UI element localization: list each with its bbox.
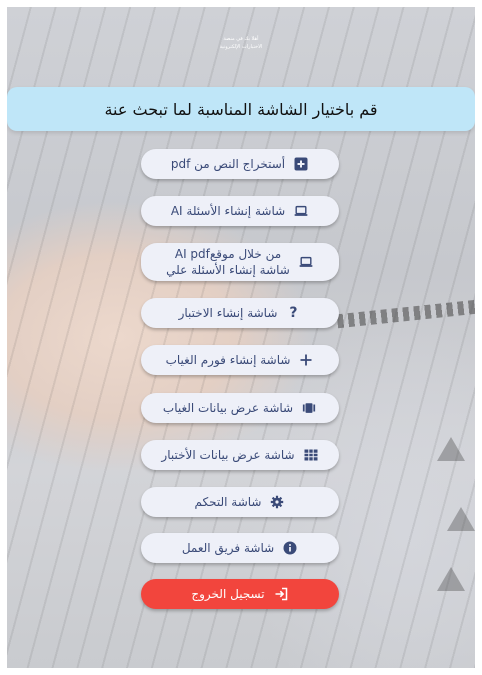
info-icon	[282, 540, 298, 556]
triangle-decoration	[447, 507, 475, 531]
button-label: شاشة عرض بيانات الغياب	[162, 401, 294, 415]
exam-bars-decoration	[336, 299, 475, 329]
logout-icon	[273, 586, 289, 602]
plus-icon	[298, 352, 314, 368]
create-absence-form-button[interactable]: شاشة إنشاء فورم الغياب	[141, 345, 339, 375]
button-label: شاشة فريق العمل	[181, 541, 275, 555]
page-title: قم باختيار الشاشة المناسبة لما تبحث عنة	[104, 99, 378, 119]
ai-questions-button[interactable]: شاشة إنشاء الأسئلة AI	[141, 196, 339, 226]
button-label: شاشة التحكم	[194, 495, 262, 509]
extract-pdf-text-button[interactable]: أستخراج النص من pdf	[141, 149, 339, 179]
control-panel-button[interactable]: شاشة التحكم	[141, 487, 339, 517]
view-absence-data-button[interactable]: شاشة عرض بيانات الغياب	[141, 393, 339, 423]
team-button[interactable]: شاشة فريق العمل	[141, 533, 339, 563]
triangle-decoration	[437, 437, 465, 461]
button-label: شاشة إنشاء الأسئلة AI	[170, 204, 286, 218]
table-icon	[303, 447, 319, 463]
triangle-decoration	[437, 567, 465, 591]
attendance-icon	[301, 400, 317, 416]
button-label: شاشة عرض بيانات الأختبار	[161, 448, 295, 462]
laptop-icon	[298, 254, 314, 270]
button-label-line1: من خلال موقعAI pdf	[174, 247, 282, 261]
question-icon: ?	[289, 305, 298, 321]
gear-icon	[269, 494, 285, 510]
button-label: شاشة إنشاء الاختبار	[178, 306, 278, 320]
button-label: شاشة إنشاء فورم الغياب	[165, 353, 291, 367]
logout-button[interactable]: تسجيل الخروج	[141, 579, 339, 609]
welcome-text: أهلا بك في منصة الاختبارات الإلكترونية	[7, 35, 475, 51]
button-label: من خلال موقعAI pdf شاشة إنشاء الأسئلة عل…	[166, 246, 290, 278]
button-label: تسجيل الخروج	[191, 587, 265, 601]
welcome-line2: الاختبارات الإلكترونية	[219, 44, 263, 50]
button-label-line2: شاشة إنشاء الأسئلة علي	[166, 263, 290, 277]
page-title-banner: قم باختيار الشاشة المناسبة لما تبحث عنة	[7, 87, 475, 131]
welcome-line1: أهلا بك في منصة	[223, 36, 259, 42]
background-photo: أهلا بك في منصة الاختبارات الإلكترونية ق…	[7, 7, 475, 668]
create-exam-button[interactable]: شاشة إنشاء الاختبار ?	[141, 298, 339, 328]
view-exam-data-button[interactable]: شاشة عرض بيانات الأختبار	[141, 440, 339, 470]
ai-pdf-questions-button[interactable]: من خلال موقعAI pdf شاشة إنشاء الأسئلة عل…	[141, 243, 339, 281]
laptop-icon	[293, 203, 309, 219]
button-label: أستخراج النص من pdf	[170, 157, 286, 171]
plus-square-icon	[293, 156, 309, 172]
